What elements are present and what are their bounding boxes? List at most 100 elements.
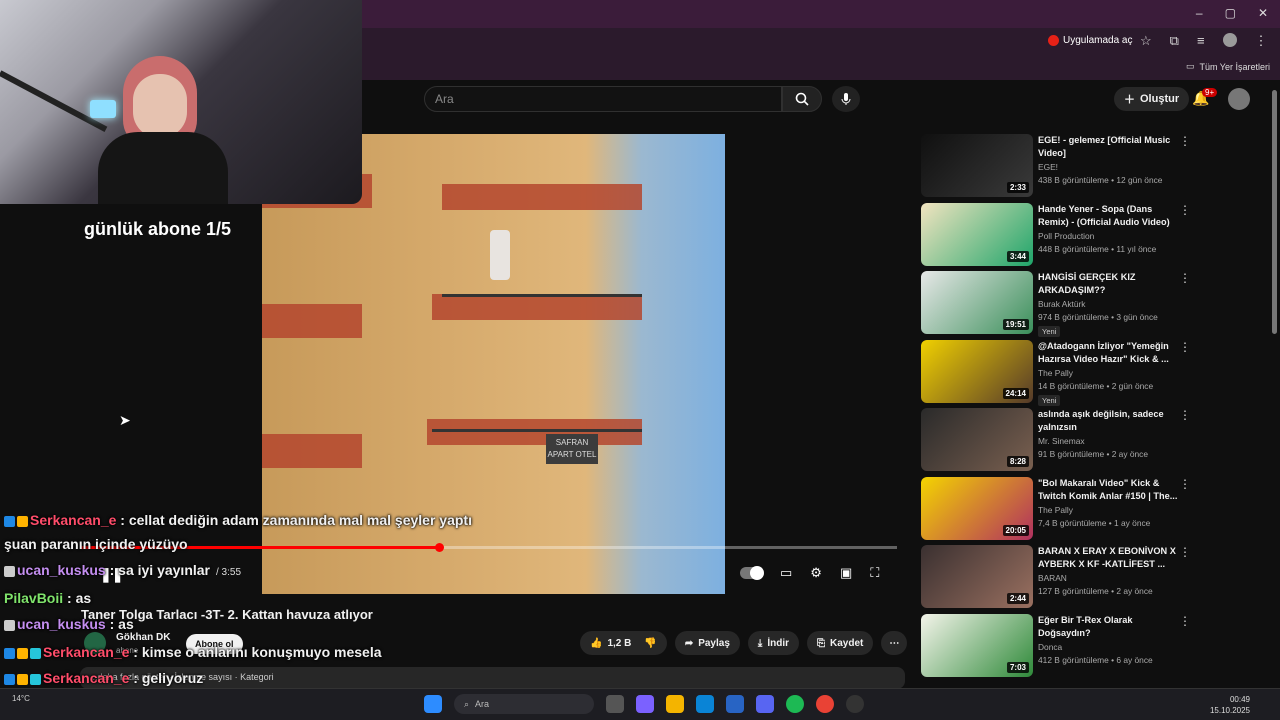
recommendation-channel[interactable]: Poll Production: [1038, 231, 1094, 241]
video-thumbnail[interactable]: 7:03: [921, 613, 1033, 677]
kebab-menu-icon[interactable]: ⋮: [1179, 203, 1191, 217]
time-display: / 3:55: [216, 567, 242, 578]
windows-start-icon[interactable]: [424, 695, 442, 713]
mic-icon: [841, 93, 851, 105]
settings-icon[interactable]: ⚙: [810, 565, 822, 581]
weather-widget[interactable]: 14°C: [12, 694, 30, 703]
mouse-cursor-icon: ➤: [119, 412, 131, 428]
video-thumbnail[interactable]: 19:51: [921, 271, 1033, 334]
recommendation-title[interactable]: BARAN X ERAY X EBONİVON X AYBERK X KF -K…: [1038, 545, 1178, 571]
chat-username: ucan_kuskus: [17, 562, 106, 578]
recommendation-channel[interactable]: EGE!: [1038, 162, 1058, 172]
recommendation-title[interactable]: HANGİSİ GERÇEK KIZ ARKADAŞIM??: [1038, 271, 1178, 297]
extensions-icon[interactable]: ⧉: [1170, 33, 1179, 49]
edge-icon[interactable]: [696, 695, 714, 713]
recommendation-item[interactable]: 2:33 EGE! - gelemez [Official Music Video…: [921, 132, 1191, 201]
file-explorer-icon[interactable]: [666, 695, 684, 713]
minimize-icon[interactable]: –: [1196, 6, 1203, 20]
fullscreen-icon[interactable]: ⛶: [870, 565, 879, 581]
recommendation-title[interactable]: @Atadogann İzliyor "Yemeğin Hazırsa Vide…: [1038, 340, 1178, 366]
share-button[interactable]: ➦ Paylaş: [674, 631, 740, 655]
recommendation-title[interactable]: aslında aşık değilsin, sadece yalnızsın: [1038, 408, 1178, 434]
store-icon[interactable]: [726, 695, 744, 713]
recommendation-meta: 974 B görüntüleme • 3 gün önce: [1038, 312, 1158, 322]
discord-icon[interactable]: [756, 695, 774, 713]
recommendation-meta: 412 B görüntüleme • 6 ay önce: [1038, 654, 1153, 665]
search-button[interactable]: [782, 86, 822, 112]
kebab-menu-icon[interactable]: ⋮: [1179, 614, 1191, 628]
recommendation-channel[interactable]: BARAN: [1038, 573, 1067, 583]
autoplay-toggle[interactable]: [740, 566, 764, 580]
spotify-icon[interactable]: [786, 695, 804, 713]
page-scrollbar[interactable]: [1272, 90, 1277, 334]
media-icon[interactable]: ≡: [1197, 33, 1205, 49]
star-icon[interactable]: ☆: [1140, 33, 1152, 49]
kebab-menu-icon[interactable]: ⋮: [1179, 134, 1191, 148]
video-thumbnail[interactable]: 8:28: [921, 408, 1033, 471]
chat-badge-icon: [17, 673, 28, 685]
kebab-menu-icon[interactable]: ⋮: [1179, 408, 1191, 422]
recommendation-title[interactable]: Eğer Bir T-Rex Olarak Doğsaydın?: [1038, 614, 1178, 640]
description-box[interactable]: ...daha fazla göster · İzlenme sayısı · …: [80, 667, 905, 689]
recommendation-channel[interactable]: Burak Aktürk: [1038, 299, 1085, 309]
recommendation-title[interactable]: EGE! - gelemez [Official Music Video]: [1038, 134, 1178, 160]
recommendation-item[interactable]: 7:03 Eğer Bir T-Rex Olarak Doğsaydın? Donc…: [921, 612, 1191, 681]
like-button[interactable]: 👍 1,2 B 👎: [580, 631, 667, 655]
search-input[interactable]: Ara: [424, 86, 782, 112]
recommendation-meta: 127 B görüntüleme • 2 ay önce: [1038, 586, 1153, 596]
chat-message: ucan_kuskus : sa iyi yayınlar: [4, 562, 210, 578]
video-thumbnail[interactable]: 2:44: [921, 545, 1033, 608]
kebab-menu-icon[interactable]: ⋮: [1179, 340, 1191, 354]
taskbar-clock[interactable]: 00:49 15.10.2025: [1210, 694, 1250, 716]
close-icon[interactable]: ✕: [1258, 6, 1268, 20]
recommendation-channel[interactable]: The Pally: [1038, 505, 1073, 515]
recommendation-item[interactable]: 8:28 aslında aşık değilsin, sadece yalnız…: [921, 406, 1191, 475]
recommendation-meta: 14 B görüntüleme • 2 gün önce: [1038, 380, 1154, 391]
recommendation-item[interactable]: 20:05 "Bol Makaralı Video" Kick & Twitch …: [921, 475, 1191, 544]
recommendation-meta: 7,4 B görüntüleme • 1 ay önce: [1038, 517, 1151, 528]
subtitles-icon[interactable]: ▭: [780, 565, 792, 581]
chat-badge-icon: [30, 647, 41, 659]
channel-name[interactable]: Gökhan DK: [116, 632, 170, 643]
recommendation-item[interactable]: 19:51 HANGİSİ GERÇEK KIZ ARKADAŞIM?? Burak…: [921, 269, 1191, 338]
recommendation-channel[interactable]: Mr. Sinemax: [1038, 436, 1085, 446]
chrome-icon[interactable]: [816, 695, 834, 713]
recommendation-channel[interactable]: Donca: [1038, 642, 1062, 652]
theater-icon[interactable]: ▣: [840, 565, 852, 581]
save-button[interactable]: ⎘ Kaydet: [807, 631, 874, 655]
chat-message: Serkancan_e : geliyoruz: [4, 670, 203, 686]
video-duration: 8:28: [1006, 456, 1029, 467]
profile-avatar-button[interactable]: [1228, 88, 1250, 110]
menu-icon[interactable]: ⋮: [1255, 33, 1268, 49]
copilot-icon[interactable]: [636, 695, 654, 713]
more-actions-button[interactable]: ⋯: [881, 631, 908, 655]
video-thumbnail[interactable]: 24:14: [921, 339, 1033, 403]
task-view-icon[interactable]: [606, 695, 624, 713]
recommendation-title[interactable]: "Bol Makaralı Video" Kick & Twitch Komik…: [1038, 477, 1178, 503]
maximize-icon[interactable]: ▢: [1225, 6, 1236, 20]
recommendation-title[interactable]: Hande Yener - Sopa (Dans Remix) - (Offic…: [1038, 203, 1178, 229]
recommendation-item[interactable]: 2:44 BARAN X ERAY X EBONİVON X AYBERK X K…: [921, 543, 1191, 612]
taskbar-search[interactable]: ⌕ Ara: [454, 694, 594, 714]
thumbs-down-icon[interactable]: 👎: [644, 638, 656, 649]
profile-avatar[interactable]: [1222, 33, 1237, 47]
recommendation-channel[interactable]: The Pally: [1038, 368, 1073, 378]
video-thumbnail[interactable]: 2:33: [921, 134, 1033, 197]
recommendation-item[interactable]: 3:44 Hande Yener - Sopa (Dans Remix) - (O…: [921, 201, 1191, 270]
create-button[interactable]: ＋ Oluştur: [1114, 87, 1190, 111]
video-thumbnail[interactable]: 3:44: [921, 202, 1033, 266]
kebab-menu-icon[interactable]: ⋮: [1179, 271, 1191, 285]
video-duration: 2:33: [1006, 182, 1029, 193]
video-thumbnail[interactable]: 20:05: [921, 476, 1033, 540]
voice-search-button[interactable]: [832, 86, 860, 112]
kebab-menu-icon[interactable]: ⋮: [1179, 477, 1191, 491]
kebab-menu-icon[interactable]: ⋮: [1179, 545, 1191, 559]
recommendation-item[interactable]: 24:14 @Atadogann İzliyor "Yemeğin Hazırsa…: [921, 338, 1191, 407]
recommendation-meta: 448 B görüntüleme • 11 yıl önce: [1038, 243, 1157, 254]
subscriber-goal: günlük abone 1/5: [84, 219, 232, 239]
download-button[interactable]: ⤓ İndir: [747, 631, 799, 655]
building-balcony: [432, 294, 642, 320]
app-icon[interactable]: [846, 695, 864, 713]
open-in-app-button[interactable]: Uygulamada aç: [1048, 35, 1132, 46]
all-bookmarks-button[interactable]: ▭ Tüm Yer İşaretleri: [1186, 61, 1270, 72]
